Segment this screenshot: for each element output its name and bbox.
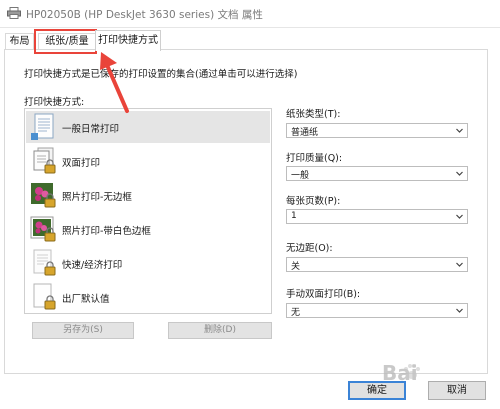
window-title: HP02050B (HP DeskJet 3630 series) 文档 属性: [26, 9, 263, 21]
list-item-general-everyday[interactable]: 一般日常打印: [26, 111, 270, 143]
borderless-value: 关: [291, 262, 301, 272]
shortcuts-description: 打印快捷方式是已保存的打印设置的集合(通过单击可以进行选择): [24, 69, 298, 80]
chevron-down-icon: [456, 128, 463, 133]
list-item-factory-default[interactable]: 出厂默认值: [26, 281, 270, 313]
list-item-label: 快速/经济打印: [62, 260, 123, 271]
shortcuts-list[interactable]: 一般日常打印 双面打印 照片打印-无边框 照片打印-带白色边框 快速/经济打印 …: [24, 108, 272, 314]
fast-economy-lock-icon: [33, 249, 56, 276]
save-as-button[interactable]: 另存为(S): [32, 322, 134, 339]
chevron-down-icon: [456, 214, 463, 219]
borderless-select[interactable]: 关: [286, 257, 468, 272]
manual-duplex-label: 手动双面打印(B):: [286, 289, 361, 300]
list-item-photo-borderless[interactable]: 照片打印-无边框: [26, 179, 270, 211]
list-item-duplex[interactable]: 双面打印: [26, 145, 270, 177]
duplex-document-lock-icon: [33, 147, 56, 174]
paper-type-value: 普通纸: [291, 128, 319, 138]
ok-button[interactable]: 确定: [348, 381, 406, 400]
list-item-fast-economy[interactable]: 快速/经济打印: [26, 247, 270, 279]
pages-per-sheet-select[interactable]: 1: [286, 209, 468, 224]
manual-duplex-value: 无: [291, 308, 301, 318]
chevron-down-icon: [456, 308, 463, 313]
list-item-label: 一般日常打印: [62, 124, 120, 135]
manual-duplex-select[interactable]: 无: [286, 303, 468, 318]
print-quality-label: 打印质量(Q):: [286, 153, 343, 164]
cancel-button[interactable]: 取消: [428, 381, 486, 400]
title-bar: HP02050B (HP DeskJet 3630 series) 文档 属性: [0, 0, 500, 28]
print-quality-value: 一般: [291, 171, 310, 181]
pages-per-sheet-value: 1: [291, 211, 297, 221]
paper-type-label: 纸张类型(T):: [286, 109, 341, 120]
paper-type-select[interactable]: 普通纸: [286, 123, 468, 138]
list-item-photo-white-border[interactable]: 照片打印-带白色边框: [26, 213, 270, 245]
chevron-down-icon: [456, 171, 463, 176]
pages-per-sheet-label: 每张页数(P):: [286, 196, 341, 207]
annotation-arrow-icon: [100, 52, 129, 113]
tab-layout[interactable]: 布局: [5, 33, 34, 50]
paw-watermark-icon: [404, 364, 420, 379]
photo-white-border-lock-icon: [30, 216, 56, 242]
list-item-label: 双面打印: [62, 158, 101, 169]
borderless-label: 无边距(O):: [286, 243, 333, 254]
print-quality-select[interactable]: 一般: [286, 166, 468, 181]
annotation-highlight-box: [34, 29, 97, 54]
chevron-down-icon: [456, 262, 463, 267]
delete-button[interactable]: 删除(D): [168, 322, 272, 339]
list-item-label: 出厂默认值: [62, 294, 110, 305]
list-item-label: 照片打印-带白色边框: [62, 226, 151, 237]
document-icon: [31, 113, 54, 140]
tab-print-shortcuts[interactable]: 打印快捷方式: [95, 30, 161, 51]
shortcuts-list-label: 打印快捷方式:: [24, 97, 85, 108]
printer-icon: [7, 7, 21, 19]
factory-default-lock-icon: [33, 283, 56, 310]
photo-borderless-lock-icon: [31, 183, 56, 208]
list-item-label: 照片打印-无边框: [62, 192, 132, 203]
